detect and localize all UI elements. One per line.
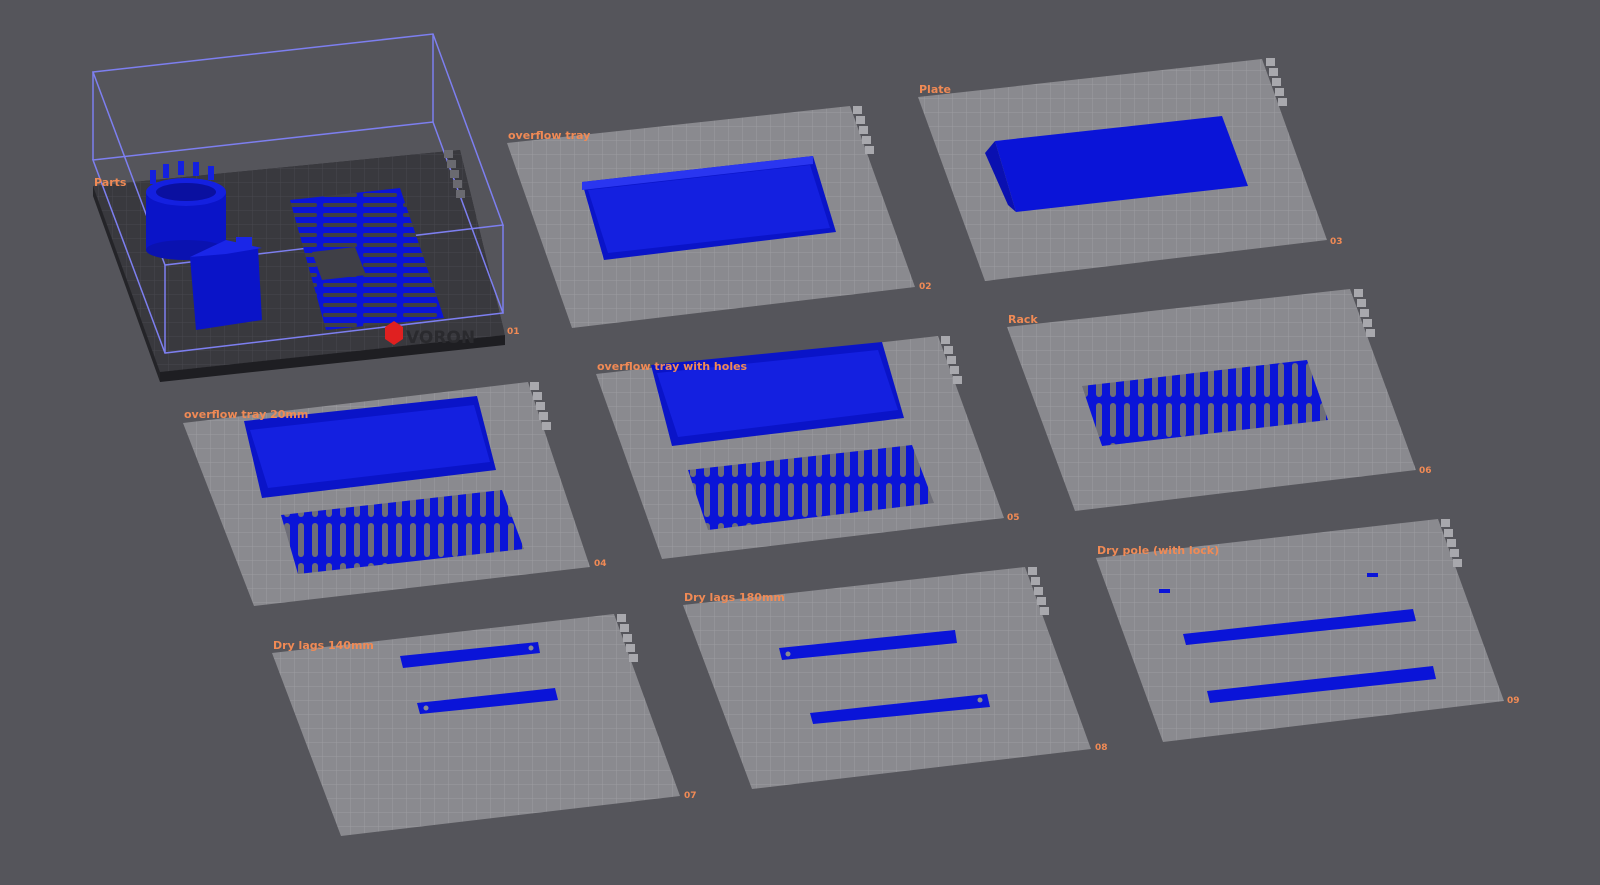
orient-icon[interactable] <box>626 644 635 652</box>
close-icon[interactable] <box>617 614 626 622</box>
settings-icon[interactable] <box>1278 98 1287 106</box>
plate-number: 01 <box>507 327 520 337</box>
arrange-icon[interactable] <box>450 170 459 178</box>
plate-number: 06 <box>1419 466 1432 476</box>
arrange-icon[interactable] <box>1360 309 1369 317</box>
plate-number: 02 <box>919 282 932 292</box>
plate-label[interactable]: Dry lags 180mm <box>684 591 785 604</box>
lock-icon[interactable] <box>944 346 953 354</box>
close-icon[interactable] <box>1354 289 1363 297</box>
lock-icon[interactable] <box>1269 68 1278 76</box>
settings-icon[interactable] <box>542 422 551 430</box>
part-lock-small[interactable] <box>1367 573 1378 577</box>
plate-06[interactable]: Rack 06 <box>1007 289 1432 511</box>
plate-number: 03 <box>1330 237 1343 247</box>
lock-icon[interactable] <box>447 160 456 168</box>
plate-02[interactable]: overflow tray 02 <box>507 106 932 328</box>
close-icon[interactable] <box>853 106 862 114</box>
settings-icon[interactable] <box>953 376 962 384</box>
plate-08[interactable]: Dry lags 180mm 08 <box>683 567 1108 789</box>
arrange-icon[interactable] <box>536 402 545 410</box>
settings-icon[interactable] <box>1453 559 1462 567</box>
plate-grid-viewport[interactable]: VORON Parts 01 overflow tray 02 Plate 03… <box>0 0 1600 885</box>
plate-number: 05 <box>1007 513 1020 523</box>
orient-icon[interactable] <box>1275 88 1284 96</box>
plate-number: 08 <box>1095 743 1108 753</box>
plate-04[interactable]: overflow tray 20mm 04 <box>183 382 607 606</box>
arrange-icon[interactable] <box>859 126 868 134</box>
plate-number: 04 <box>594 559 607 569</box>
close-icon[interactable] <box>444 150 453 158</box>
orient-icon[interactable] <box>950 366 959 374</box>
close-icon[interactable] <box>1441 519 1450 527</box>
svg-text:VORON: VORON <box>406 328 475 348</box>
plate-number: 09 <box>1507 696 1520 706</box>
plate-label[interactable]: Dry pole (with lock) <box>1097 544 1219 557</box>
lock-icon[interactable] <box>533 392 542 400</box>
lock-icon[interactable] <box>1031 577 1040 585</box>
arrange-icon[interactable] <box>947 356 956 364</box>
orient-icon[interactable] <box>539 412 548 420</box>
arrange-icon[interactable] <box>1447 539 1456 547</box>
part-cylinder[interactable] <box>146 161 226 260</box>
plate-05[interactable]: overflow tray with holes 05 <box>596 336 1020 559</box>
close-icon[interactable] <box>1266 58 1275 66</box>
part-lock-small[interactable] <box>1159 589 1170 593</box>
lock-icon[interactable] <box>856 116 865 124</box>
orient-icon[interactable] <box>1450 549 1459 557</box>
settings-icon[interactable] <box>1366 329 1375 337</box>
orient-icon[interactable] <box>1037 597 1046 605</box>
close-icon[interactable] <box>1028 567 1037 575</box>
plate-label[interactable]: Rack <box>1008 313 1038 326</box>
plate-number: 07 <box>684 791 697 801</box>
plate-09[interactable]: Dry pole (with lock) 09 <box>1096 519 1520 742</box>
close-icon[interactable] <box>941 336 950 344</box>
orient-icon[interactable] <box>862 136 871 144</box>
plate-01[interactable]: VORON Parts 01 <box>91 33 520 382</box>
orient-icon[interactable] <box>1363 319 1372 327</box>
plate-label[interactable]: overflow tray <box>508 129 590 142</box>
plate-label[interactable]: Dry lags 140mm <box>273 639 374 652</box>
plate-03[interactable]: Plate 03 <box>918 58 1343 281</box>
lock-icon[interactable] <box>1357 299 1366 307</box>
settings-icon[interactable] <box>865 146 874 154</box>
plate-label[interactable]: overflow tray 20mm <box>184 408 308 421</box>
arrange-icon[interactable] <box>623 634 632 642</box>
settings-icon[interactable] <box>1040 607 1049 615</box>
orient-icon[interactable] <box>453 180 462 188</box>
plate-label[interactable]: Parts <box>94 176 127 189</box>
lock-icon[interactable] <box>620 624 629 632</box>
plate-label[interactable]: Plate <box>919 83 951 96</box>
plate-07[interactable]: Dry lags 140mm 07 <box>272 614 697 836</box>
plate-label[interactable]: overflow tray with holes <box>597 360 748 373</box>
lock-icon[interactable] <box>1444 529 1453 537</box>
close-icon[interactable] <box>530 382 539 390</box>
settings-icon[interactable] <box>456 190 465 198</box>
arrange-icon[interactable] <box>1272 78 1281 86</box>
settings-icon[interactable] <box>629 654 638 662</box>
arrange-icon[interactable] <box>1034 587 1043 595</box>
